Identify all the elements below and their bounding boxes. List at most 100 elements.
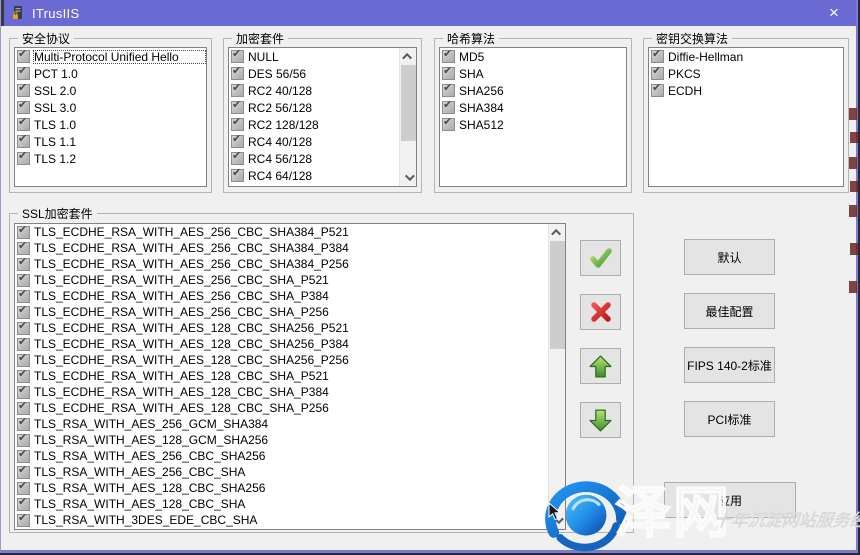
cipher-list-item[interactable]: ✔ RC2 128/128: [229, 116, 399, 133]
checked-checkbox-icon[interactable]: ✔: [17, 418, 30, 431]
protocol-list-item[interactable]: ✔ TLS 1.1: [15, 133, 206, 150]
cipher-list-item[interactable]: ✔ DES 56/56: [229, 65, 399, 82]
ssl-suite-list-item[interactable]: ✔ TLS_ECDHE_RSA_WITH_AES_128_CBC_SHA_P25…: [15, 400, 548, 416]
checked-checkbox-icon[interactable]: ✔: [17, 386, 30, 399]
hash-list-item[interactable]: ✔ SHA: [440, 65, 626, 82]
checked-checkbox-icon[interactable]: ✔: [442, 118, 455, 131]
cipher-list-item[interactable]: ✔ NULL: [229, 48, 399, 65]
ssl-suite-list-item[interactable]: ✔ TLS_ECDHE_RSA_WITH_AES_256_CBC_SHA384_…: [15, 240, 548, 256]
checked-checkbox-icon[interactable]: ✔: [17, 274, 30, 287]
protocols-listbox[interactable]: ✔ Multi-Protocol Unified Hello ✔ PCT 1.0…: [14, 47, 207, 187]
ssl-suite-list-item[interactable]: ✔ TLS_ECDHE_RSA_WITH_AES_256_CBC_SHA_P52…: [15, 272, 548, 288]
checked-checkbox-icon[interactable]: ✔: [651, 84, 664, 97]
cipher-list-item[interactable]: ✔ RC4 128/128: [229, 184, 399, 186]
ssl-suite-list-item[interactable]: ✔ TLS_ECDHE_RSA_WITH_AES_256_CBC_SHA_P38…: [15, 288, 548, 304]
scroll-thumb[interactable]: [401, 65, 416, 141]
checked-checkbox-icon[interactable]: ✔: [17, 370, 30, 383]
move-up-button[interactable]: [580, 348, 621, 384]
checked-checkbox-icon[interactable]: ✔: [17, 498, 30, 511]
hash-list-item[interactable]: ✔ SHA384: [440, 99, 626, 116]
checked-checkbox-icon[interactable]: ✔: [17, 450, 30, 463]
scroll-up-arrow-icon[interactable]: [400, 48, 417, 65]
ssl-suite-list-item[interactable]: ✔ TLS_ECDHE_RSA_WITH_AES_256_CBC_SHA384_…: [15, 224, 548, 240]
checked-checkbox-icon[interactable]: ✔: [17, 322, 30, 335]
key-exchange-list-item[interactable]: ✔ PKCS: [649, 65, 843, 82]
checked-checkbox-icon[interactable]: ✔: [17, 67, 30, 80]
cipher-list-item[interactable]: ✔ RC4 64/128: [229, 167, 399, 184]
scroll-up-arrow-icon[interactable]: [549, 224, 566, 241]
checked-checkbox-icon[interactable]: ✔: [442, 84, 455, 97]
checked-checkbox-icon[interactable]: ✔: [17, 402, 30, 415]
checked-checkbox-icon[interactable]: ✔: [17, 84, 30, 97]
checked-checkbox-icon[interactable]: ✔: [231, 101, 244, 114]
default-button[interactable]: 默认: [684, 239, 775, 275]
ssl-suite-list-item[interactable]: ✔ TLS_ECDHE_RSA_WITH_AES_256_CBC_SHA384_…: [15, 256, 548, 272]
best-config-button[interactable]: 最佳配置: [684, 293, 775, 329]
checked-checkbox-icon[interactable]: ✔: [17, 434, 30, 447]
hash-list-item[interactable]: ✔ SHA256: [440, 82, 626, 99]
checked-checkbox-icon[interactable]: ✔: [442, 101, 455, 114]
checked-checkbox-icon[interactable]: ✔: [17, 118, 30, 131]
cipher-list-item[interactable]: ✔ RC4 40/128: [229, 133, 399, 150]
hashes-listbox[interactable]: ✔ MD5 ✔ SHA ✔ SHA256 ✔: [439, 47, 627, 187]
checked-checkbox-icon[interactable]: ✔: [231, 135, 244, 148]
checked-checkbox-icon[interactable]: ✔: [17, 290, 30, 303]
ssl-suite-list-item[interactable]: ✔ TLS_ECDHE_RSA_WITH_AES_128_CBC_SHA_P38…: [15, 384, 548, 400]
ssl-suite-list-item[interactable]: ✔ TLS_ECDHE_RSA_WITH_AES_128_CBC_SHA256_…: [15, 336, 548, 352]
key-exchange-list-item[interactable]: ✔ ECDH: [649, 82, 843, 99]
scroll-down-arrow-icon[interactable]: [400, 169, 417, 186]
move-down-button[interactable]: [580, 402, 621, 438]
fips-standard-button[interactable]: FIPS 140-2标准: [684, 347, 775, 383]
checked-checkbox-icon[interactable]: ✔: [442, 67, 455, 80]
checked-checkbox-icon[interactable]: ✔: [17, 514, 30, 527]
checked-checkbox-icon[interactable]: ✔: [231, 152, 244, 165]
ssl-suite-list-item[interactable]: ✔ TLS_ECDHE_RSA_WITH_AES_128_CBC_SHA256_…: [15, 352, 548, 368]
ssl-suite-list-item[interactable]: ✔ TLS_RSA_WITH_AES_256_GCM_SHA384: [15, 416, 548, 432]
checked-checkbox-icon[interactable]: ✔: [651, 67, 664, 80]
key-exchange-list-item[interactable]: ✔ Diffie-Hellman: [649, 48, 843, 65]
key-exchange-listbox[interactable]: ✔ Diffie-Hellman ✔ PKCS ✔ ECDH: [648, 47, 844, 187]
ssl-suite-list-item[interactable]: ✔ TLS_RSA_WITH_AES_256_CBC_SHA: [15, 464, 548, 480]
protocol-list-item[interactable]: ✔ SSL 3.0: [15, 99, 206, 116]
ssl-suite-list-item[interactable]: ✔ TLS_RSA_WITH_AES_128_CBC_SHA256: [15, 480, 548, 496]
checked-checkbox-icon[interactable]: ✔: [651, 50, 664, 63]
cipher-list-item[interactable]: ✔ RC2 40/128: [229, 82, 399, 99]
checked-checkbox-icon[interactable]: ✔: [17, 354, 30, 367]
ssl-suite-list-item[interactable]: ✔ TLS_RSA_WITH_AES_256_CBC_SHA256: [15, 448, 548, 464]
checked-checkbox-icon[interactable]: ✔: [231, 84, 244, 97]
cipher-list-item[interactable]: ✔ RC4 56/128: [229, 150, 399, 167]
apply-button[interactable]: 应用: [664, 482, 796, 518]
ssl-suite-list-item[interactable]: ✔ TLS_ECDHE_RSA_WITH_AES_256_CBC_SHA_P25…: [15, 304, 548, 320]
checked-checkbox-icon[interactable]: ✔: [231, 50, 244, 63]
checked-checkbox-icon[interactable]: ✔: [17, 101, 30, 114]
ssl-suites-listbox[interactable]: ✔ TLS_ECDHE_RSA_WITH_AES_256_CBC_SHA384_…: [14, 223, 566, 530]
checked-checkbox-icon[interactable]: ✔: [442, 50, 455, 63]
hash-list-item[interactable]: ✔ MD5: [440, 48, 626, 65]
checked-checkbox-icon[interactable]: ✔: [231, 67, 244, 80]
checked-checkbox-icon[interactable]: ✔: [231, 118, 244, 131]
checked-checkbox-icon[interactable]: ✔: [17, 306, 30, 319]
checked-checkbox-icon[interactable]: ✔: [231, 169, 244, 182]
ssl-suite-list-item[interactable]: ✔ TLS_ECDHE_RSA_WITH_AES_128_CBC_SHA_P52…: [15, 368, 548, 384]
checked-checkbox-icon[interactable]: ✔: [17, 135, 30, 148]
ssl-suite-list-item[interactable]: ✔ TLS_RSA_WITH_3DES_EDE_CBC_SHA: [15, 512, 548, 528]
pci-standard-button[interactable]: PCI标准: [684, 401, 775, 437]
close-button[interactable]: ×: [812, 0, 856, 26]
protocol-list-item[interactable]: ✔ TLS 1.2: [15, 150, 206, 167]
checked-checkbox-icon[interactable]: ✔: [17, 226, 30, 239]
ciphers-listbox[interactable]: ✔ NULL ✔ DES 56/56 ✔ RC2 40/128: [228, 47, 417, 187]
checked-checkbox-icon[interactable]: ✔: [17, 466, 30, 479]
checked-checkbox-icon[interactable]: ✔: [17, 338, 30, 351]
protocol-list-item[interactable]: ✔ Multi-Protocol Unified Hello: [15, 48, 206, 65]
protocol-list-item[interactable]: ✔ PCT 1.0: [15, 65, 206, 82]
protocol-list-item[interactable]: ✔ SSL 2.0: [15, 82, 206, 99]
checked-checkbox-icon[interactable]: ✔: [17, 258, 30, 271]
checked-checkbox-icon[interactable]: ✔: [17, 482, 30, 495]
checked-checkbox-icon[interactable]: ✔: [17, 242, 30, 255]
checked-checkbox-icon[interactable]: ✔: [17, 50, 30, 63]
ssl-suite-list-item[interactable]: ✔ TLS_RSA_WITH_AES_128_GCM_SHA256: [15, 432, 548, 448]
hash-list-item[interactable]: ✔ SHA512: [440, 116, 626, 133]
ssl-suite-list-item[interactable]: ✔ TLS_ECDHE_RSA_WITH_AES_128_CBC_SHA256_…: [15, 320, 548, 336]
ssl-suites-scrollbar[interactable]: [548, 224, 565, 529]
ssl-suite-list-item[interactable]: ✔ TLS_RSA_WITH_AES_128_CBC_SHA: [15, 496, 548, 512]
